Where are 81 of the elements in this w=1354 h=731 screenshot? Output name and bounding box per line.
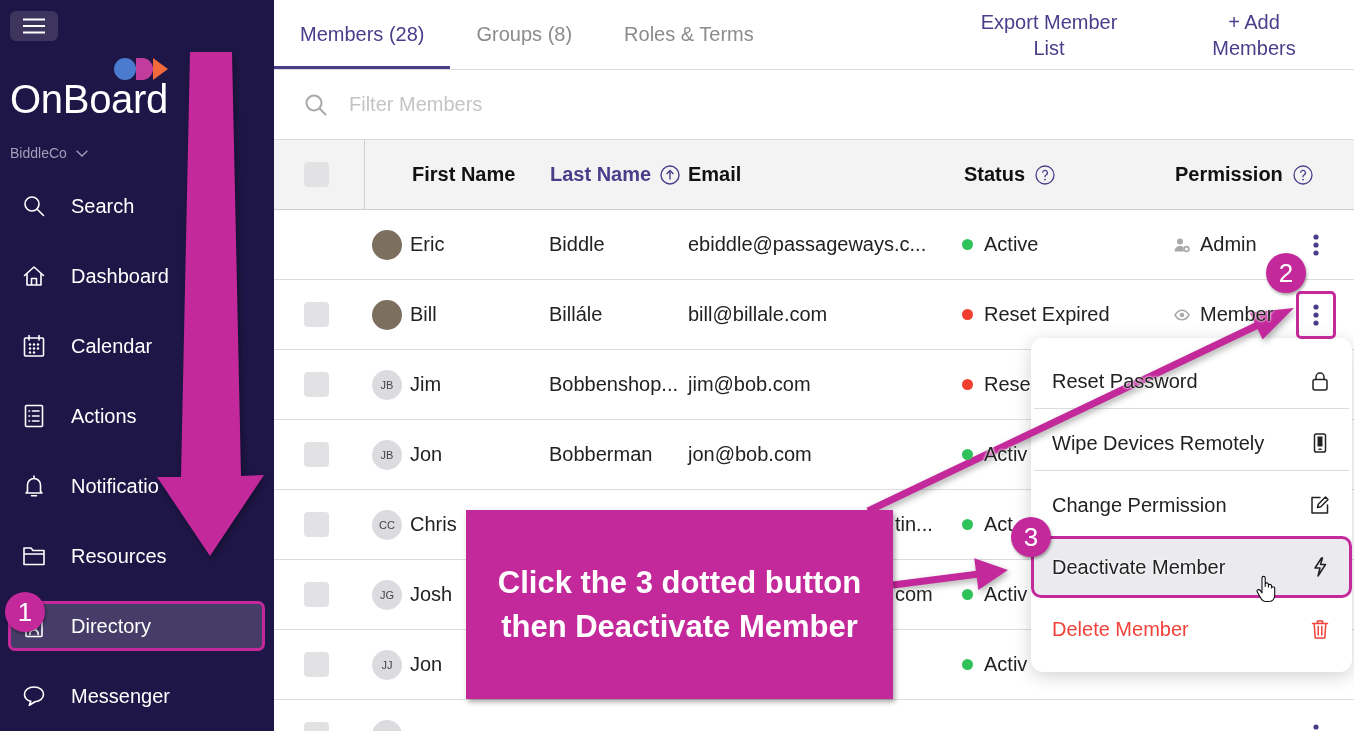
nav-item[interactable]: Actions <box>8 401 265 431</box>
nav-item[interactable]: Calendar <box>8 331 265 361</box>
first-name: Jim <box>410 373 442 396</box>
permission-label: Admin <box>1200 233 1257 256</box>
instruction-callout: Click the 3 dotted button then Deactivate Member <box>466 510 893 699</box>
email: ebiddle@passageways.c... <box>688 233 927 256</box>
help-icon[interactable] <box>1292 164 1313 185</box>
menu-icon <box>23 18 45 34</box>
status-label: Act <box>984 513 1013 536</box>
last-name: Biddle <box>549 233 605 256</box>
chevron-down-icon <box>75 149 88 157</box>
status-label: Activ <box>984 583 1028 606</box>
row-checkbox[interactable] <box>304 372 329 397</box>
help-icon[interactable] <box>1035 164 1056 185</box>
first-name: Eric <box>410 233 445 256</box>
row-checkbox[interactable] <box>304 652 329 677</box>
hand-cursor-icon <box>1256 575 1276 603</box>
filter-field[interactable]: Filter Members <box>349 89 1330 120</box>
status-label: Rese <box>984 373 1031 396</box>
bell-icon <box>22 474 46 498</box>
row-checkbox[interactable] <box>304 302 329 327</box>
menu-item[interactable]: Wipe Devices Remotely <box>1031 412 1352 474</box>
column-header[interactable]: Status <box>964 163 1026 186</box>
status-label: Activ <box>984 653 1028 676</box>
avatar-photo-placeholder <box>372 299 402 330</box>
column-header[interactable]: Permission <box>1175 163 1283 186</box>
search-icon <box>22 194 46 218</box>
initials-avatar: CC <box>372 509 402 540</box>
trash-icon <box>1310 619 1330 639</box>
logo-text: OnBoard <box>10 80 168 118</box>
column-header[interactable]: Email <box>688 163 742 186</box>
export-button[interactable]: Export Member List <box>974 8 1124 61</box>
column-header[interactable]: Last Name <box>550 163 652 186</box>
logo-mark-icon <box>114 58 168 80</box>
add-members-button[interactable]: + Add Members <box>1204 8 1304 61</box>
initials-avatar: JG <box>372 579 402 610</box>
status-label: Active <box>984 233 1039 256</box>
first-name: Bill <box>410 303 437 326</box>
checklist-icon <box>22 404 46 428</box>
calendar-icon <box>22 334 46 358</box>
nav-item[interactable]: Dashboard <box>8 261 265 291</box>
row-checkbox[interactable] <box>304 512 329 537</box>
edit-icon <box>1310 495 1330 515</box>
chat-bubble-icon <box>22 684 46 708</box>
lock-icon <box>1310 371 1330 391</box>
row-checkbox[interactable] <box>304 582 329 607</box>
email: tin... <box>895 513 933 536</box>
column-header[interactable]: First Name <box>412 163 516 186</box>
initials-avatar: JB <box>372 369 402 400</box>
avatar-photo-placeholder <box>372 229 402 260</box>
search-icon <box>305 93 327 116</box>
sort-ascending-icon[interactable] <box>660 164 681 185</box>
last-name: Bobberman <box>549 443 653 466</box>
initials-avatar: JJ <box>372 649 402 680</box>
last-name: Bobbenshop... <box>549 373 678 396</box>
initials-avatar: JB <box>372 439 402 470</box>
folder-icon <box>22 544 46 568</box>
tab[interactable]: Members (28) <box>274 0 451 69</box>
email: jon@bob.com <box>688 443 812 466</box>
first-name: Jon <box>410 653 443 676</box>
last-name: Billále <box>549 303 603 326</box>
row-checkbox[interactable] <box>304 442 329 467</box>
menu-button[interactable] <box>10 11 58 41</box>
first-name: Josh <box>410 583 453 606</box>
more-icon <box>1313 303 1319 326</box>
home-icon <box>22 264 46 288</box>
email: jim@bob.com <box>688 373 811 396</box>
nav-item[interactable]: Messenger <box>8 681 265 711</box>
organization-dropdown[interactable]: BiddleCo <box>10 143 88 163</box>
nav-item[interactable]: Search <box>8 191 265 221</box>
user-gear-icon <box>1174 236 1190 253</box>
nav-item[interactable]: Resources <box>8 541 265 571</box>
first-name: Jon <box>410 443 443 466</box>
more-icon <box>1313 233 1319 256</box>
step-badge: 2 <box>1266 253 1306 293</box>
nav-item[interactable]: Notificatio <box>8 471 265 501</box>
first-name: Chris <box>410 513 457 536</box>
email: bill@billale.com <box>688 303 828 326</box>
status-label: Reset Expired <box>984 303 1110 326</box>
menu-item[interactable]: Delete Member <box>1031 598 1352 660</box>
email: com <box>895 583 933 606</box>
